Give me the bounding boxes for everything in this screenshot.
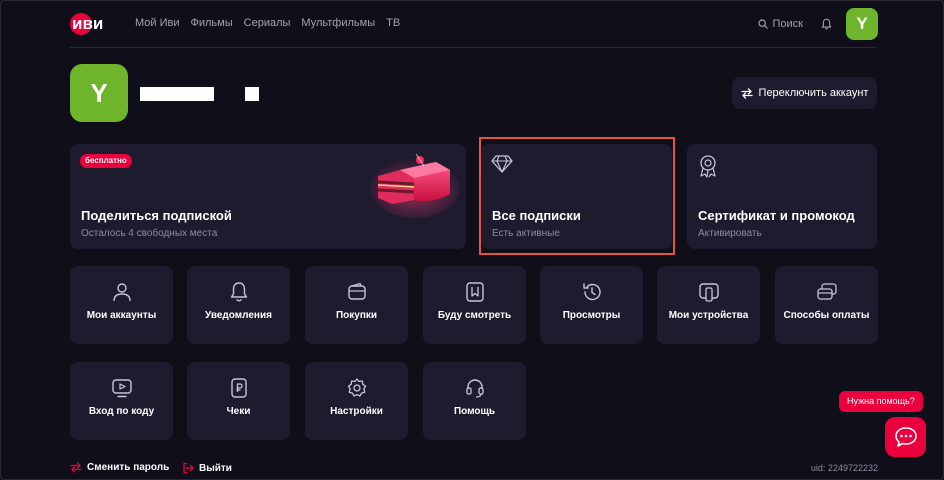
search-label: Поиск [772,18,803,30]
tile-history[interactable]: Просмотры [540,266,643,344]
certificate-card-subtitle: Активировать [698,228,762,239]
tile-purchases[interactable]: Покупки [305,266,408,344]
cake-illustration [370,153,460,218]
nav-cartoons[interactable]: Мультфильмы [301,17,375,29]
nav-tv[interactable]: ТВ [386,17,400,29]
share-card-subtitle: Осталось 4 свободных места [81,228,218,239]
tile-my-accounts[interactable]: Мои аккаунты [70,266,173,344]
header-right: Поиск Y [757,8,878,40]
share-card-title: Поделиться подпиской [81,208,232,223]
selection-highlight [479,137,675,255]
share-subscription-card[interactable]: бесплатно Поделиться подпиской Осталось … [70,144,466,249]
tile-my-devices[interactable]: Мои устройства [657,266,760,344]
search-icon [757,19,768,29]
tile-help[interactable]: Помощь [423,362,526,440]
switch-account-label: Переключить аккаунт [758,87,869,99]
award-icon [700,155,716,178]
tile-label: Покупки [335,310,378,321]
header: иви Мой Иви Фильмы Сериалы Мультфильмы Т… [0,0,944,48]
tile-code-login[interactable]: Вход по коду [70,362,173,440]
tile-notifications[interactable]: Уведомления [187,266,290,344]
bookmark-icon [465,282,484,302]
tile-label: Мои аккаунты [86,310,157,321]
tv-play-icon [111,379,132,398]
nav-series[interactable]: Сериалы [244,17,291,29]
headset-icon [465,379,484,398]
change-password-label: Сменить пароль [87,462,170,473]
tile-label: Помощь [453,406,496,417]
change-password-link[interactable]: Сменить пароль [70,462,169,473]
profile-avatar[interactable]: Y [70,64,128,122]
bell-icon [230,282,247,302]
bell-icon [821,18,832,30]
wallet-icon [347,282,366,300]
logout-link[interactable]: Выйти [182,462,232,474]
notifications-button[interactable] [821,18,832,30]
receipt-icon [230,378,247,398]
header-avatar[interactable]: Y [846,8,878,40]
nav-movies[interactable]: Фильмы [191,17,233,29]
gear-icon [347,378,366,397]
switch-account-button[interactable]: Переключить аккаунт [732,77,877,109]
swap-arrows-icon [70,462,82,473]
search-button[interactable]: Поиск [757,18,803,30]
free-badge: бесплатно [80,154,132,168]
tile-label: Уведомления [205,310,272,321]
tile-receipts[interactable]: Чеки [187,362,290,440]
certificate-card-title: Сертификат и промокод [698,208,855,223]
logout-label: Выйти [199,462,232,474]
swap-arrows-icon [740,87,753,99]
certificate-promocode-card[interactable]: Сертификат и промокод Активировать [687,144,877,249]
redacted-name-block [245,87,259,101]
tile-label: Вход по коду [88,406,155,417]
user-id: uid: 2249722232 [810,463,878,473]
tile-label: Просмотры [562,310,621,321]
tile-label: Буду смотреть [437,310,512,321]
devices-icon [698,283,719,302]
ivi-logo[interactable]: иви [70,12,114,36]
redacted-name-block [140,87,214,101]
chat-bubble-icon [894,427,917,447]
nav-my-ivi[interactable]: Мой Иви [135,17,180,29]
main-nav: Мой Иви Фильмы Сериалы Мультфильмы ТВ [135,17,400,29]
tile-label: Чеки [226,406,251,417]
user-icon [112,283,131,302]
tile-label: Способы оплаты [783,310,870,321]
tile-label: Мои устройства [668,310,749,321]
tile-settings[interactable]: Настройки [305,362,408,440]
tile-label: Настройки [330,406,383,417]
tile-payment-methods[interactable]: Способы оплаты [775,266,878,344]
tile-watch-later[interactable]: Буду смотреть [423,266,526,344]
help-tooltip: Нужна помощь? [839,391,923,412]
logout-icon [183,462,194,474]
header-divider [70,47,877,48]
logo-text: иви [72,14,104,33]
history-icon [582,283,601,301]
chat-support-button[interactable] [885,417,926,457]
cards-icon [816,283,837,300]
